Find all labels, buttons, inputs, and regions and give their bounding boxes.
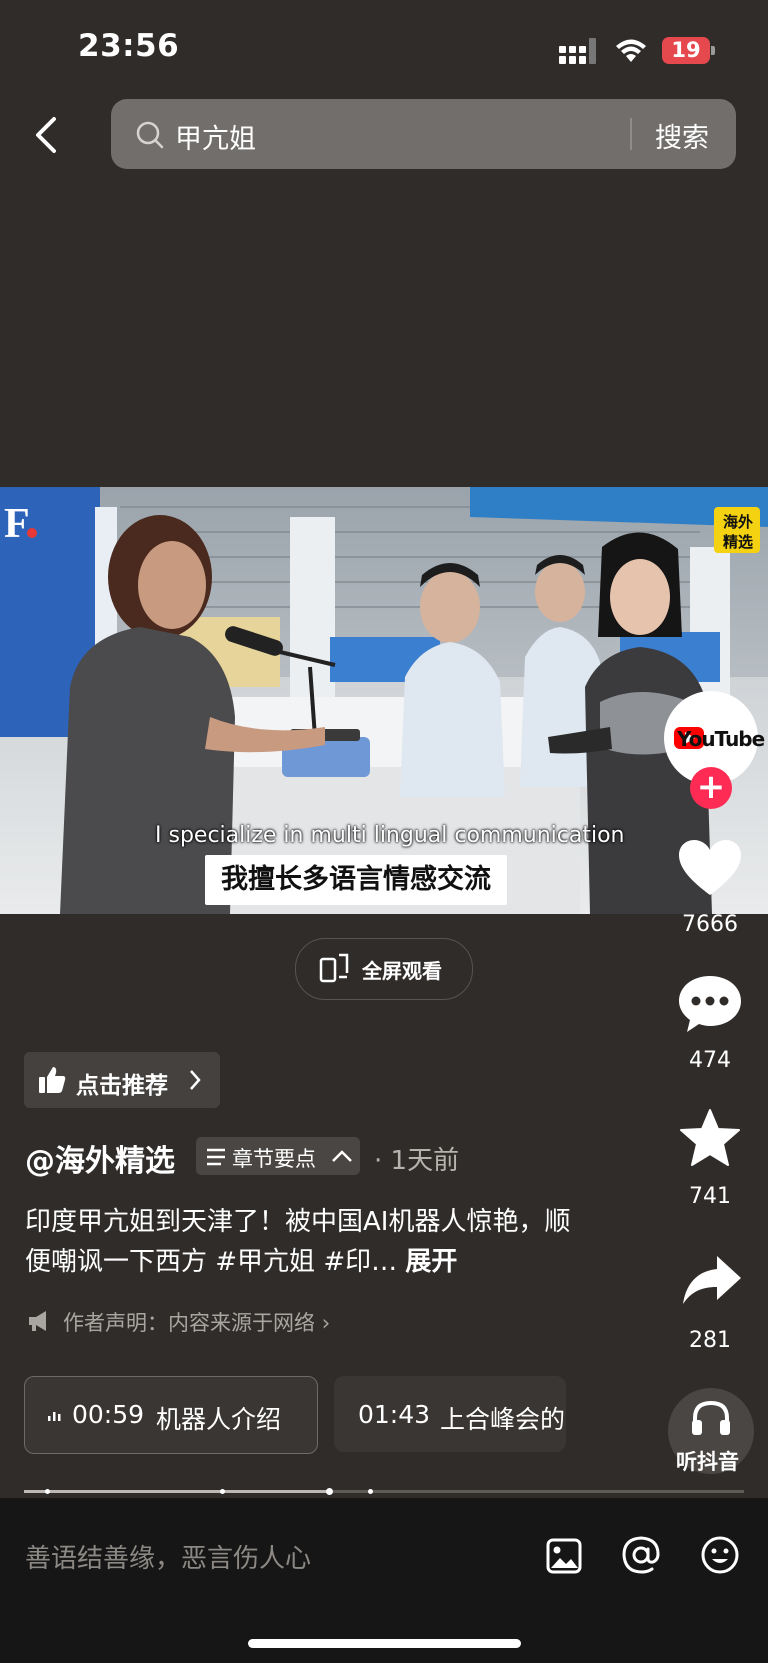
- chevron-up-icon: [332, 1150, 352, 1162]
- list-icon: [207, 1148, 225, 1166]
- cellular-signal-icon: [559, 38, 596, 64]
- like-count: 7666: [682, 912, 738, 937]
- sound-wave-icon: [48, 1412, 61, 1421]
- chapter-marker: [45, 1489, 50, 1494]
- video-subtitle-english: I specialize in multi lingual communicat…: [155, 823, 625, 848]
- battery-tip: [711, 46, 715, 55]
- publisher-logo-icon: F: [4, 501, 30, 547]
- video-frame-image: F: [0, 487, 768, 914]
- video-player[interactable]: F: [0, 487, 768, 914]
- rotate-screen-icon: [319, 953, 349, 983]
- like-heart-icon[interactable]: [677, 838, 743, 898]
- chapter-chip-time: 01:43: [358, 1400, 431, 1429]
- favorite-star-icon[interactable]: [679, 1108, 741, 1168]
- progress-fill: [24, 1490, 329, 1493]
- post-time: · 1天前: [374, 1146, 460, 1176]
- back-arrow-icon[interactable]: [32, 115, 58, 155]
- search-button[interactable]: 搜索: [655, 116, 709, 155]
- emoji-icon[interactable]: [700, 1535, 740, 1575]
- headphones-icon: [692, 1400, 730, 1435]
- chapter-chip[interactable]: 01:43 上合峰会的: [334, 1376, 566, 1452]
- follow-plus-button[interactable]: +: [690, 767, 732, 809]
- search-divider: [630, 118, 632, 150]
- video-subtitle-chinese: 我擅长多语言情感交流: [205, 855, 507, 905]
- recommend-label: 点击推荐: [76, 1073, 168, 1099]
- fullscreen-label: 全屏观看: [362, 959, 442, 983]
- author-disclaimer[interactable]: 作者声明：内容来源于网络 ›: [63, 1307, 330, 1337]
- image-icon[interactable]: [545, 1537, 583, 1575]
- expand-link[interactable]: 展开: [405, 1247, 457, 1277]
- battery-indicator: 19: [662, 37, 710, 64]
- favorite-count: 741: [689, 1184, 731, 1209]
- video-description[interactable]: 印度甲亢姐到天津了！被中国AI机器人惊艳，顺便嘲讽一下西方 #甲亢姐 #印… 展…: [25, 1202, 585, 1282]
- youtube-label: YouTube: [677, 727, 765, 751]
- progress-thumb[interactable]: [326, 1488, 333, 1495]
- channel-badge-line2: 精选: [722, 533, 753, 551]
- chapter-marker: [368, 1489, 373, 1494]
- thumbs-up-icon: [39, 1067, 66, 1093]
- disclaimer-text: 作者声明：内容来源于网络: [63, 1311, 315, 1335]
- listen-label: 听抖音: [676, 1450, 739, 1474]
- description-text: 印度甲亢姐到天津了！被中国AI机器人惊艳，顺便嘲讽一下西方 #甲亢姐 #印…: [25, 1207, 571, 1277]
- share-count: 281: [689, 1328, 731, 1353]
- comment-icon[interactable]: [677, 974, 743, 1036]
- author-name[interactable]: @海外精选: [25, 1136, 175, 1180]
- share-arrow-icon[interactable]: [681, 1254, 743, 1306]
- wifi-icon: [616, 39, 646, 62]
- channel-badge: 海外 精选: [716, 512, 760, 552]
- chapter-chip-title: 机器人介绍: [156, 1405, 282, 1434]
- chapter-marker: [220, 1489, 225, 1494]
- chevron-right-icon: [190, 1070, 201, 1090]
- search-icon: [136, 121, 164, 149]
- channel-badge-line1: 海外: [722, 513, 753, 531]
- status-time: 23:56: [78, 28, 180, 64]
- home-indicator: [248, 1639, 521, 1648]
- chapter-chip-time: 00:59: [72, 1400, 145, 1429]
- search-input[interactable]: 甲亢姐: [175, 117, 256, 156]
- chapter-chip-title: 上合峰会的: [440, 1405, 566, 1434]
- comment-input[interactable]: 善语结善缘，恶言伤人心: [25, 1538, 311, 1575]
- megaphone-icon: [29, 1311, 46, 1331]
- mention-at-icon[interactable]: [621, 1535, 661, 1575]
- chapter-label: 章节要点: [232, 1147, 316, 1171]
- comment-count: 474: [689, 1048, 731, 1073]
- chevron-right-icon: ›: [321, 1311, 331, 1335]
